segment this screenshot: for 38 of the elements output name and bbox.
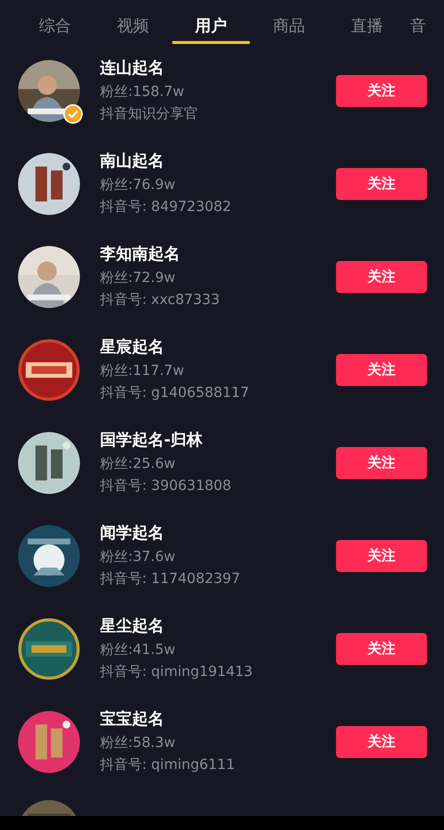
follower-count: 粉丝:117.7w	[100, 362, 186, 380]
follow-button[interactable]: 关注	[336, 74, 427, 106]
follow-button[interactable]: 关注	[336, 168, 427, 200]
user-name: 李知南起名	[100, 244, 181, 265]
follower-count: 粉丝:76.9w	[100, 176, 176, 194]
follower-count: 粉丝:25.6w	[100, 455, 176, 473]
follower-count: 粉丝:41.5w	[100, 641, 176, 659]
tab[interactable]: 综合	[16, 0, 94, 44]
user-name: 连山起名	[100, 58, 165, 79]
user-detail: 抖音号: g1406588117	[100, 384, 250, 402]
follow-button[interactable]: 关注	[336, 540, 427, 572]
user-name: 星宸起名	[100, 337, 165, 358]
follower-count: 粉丝:37.6w	[100, 548, 176, 566]
user-detail: 抖音号: xxc87333	[100, 291, 221, 309]
tab[interactable]: 直播	[328, 0, 406, 44]
user-name: 星尘起名	[100, 616, 165, 637]
tab[interactable]: 商品	[250, 0, 328, 44]
follow-button[interactable]: 关注	[336, 354, 427, 386]
user-name: 国学起名-归林	[100, 430, 204, 451]
follow-button[interactable]: 关注	[336, 632, 427, 664]
user-detail: 抖音号: 390631808	[100, 477, 232, 495]
user-name: 闻学起名	[100, 523, 165, 544]
user-detail: 抖音知识分享官	[100, 105, 199, 123]
follower-count: 粉丝:158.7w	[100, 83, 186, 101]
user-detail: 抖音号: qiming191413	[100, 663, 254, 681]
tab[interactable]: 音	[406, 0, 430, 44]
tab[interactable]: 用户	[172, 0, 250, 44]
user-name: 宝宝起名	[100, 709, 165, 730]
follow-button[interactable]: 关注	[336, 446, 427, 478]
follower-count: 粉丝:72.9w	[100, 269, 176, 287]
user-detail: 抖音号: 1174082397	[100, 570, 242, 588]
follow-button[interactable]: 关注	[336, 726, 427, 758]
follow-button[interactable]: 关注	[336, 260, 427, 292]
user-detail: 抖音号: qiming6111	[100, 756, 236, 774]
user-detail: 抖音号: 849723082	[100, 198, 232, 216]
user-name: 南山起名	[100, 151, 165, 172]
tab[interactable]: 视频	[94, 0, 172, 44]
follower-count: 粉丝:58.3w	[100, 734, 176, 752]
